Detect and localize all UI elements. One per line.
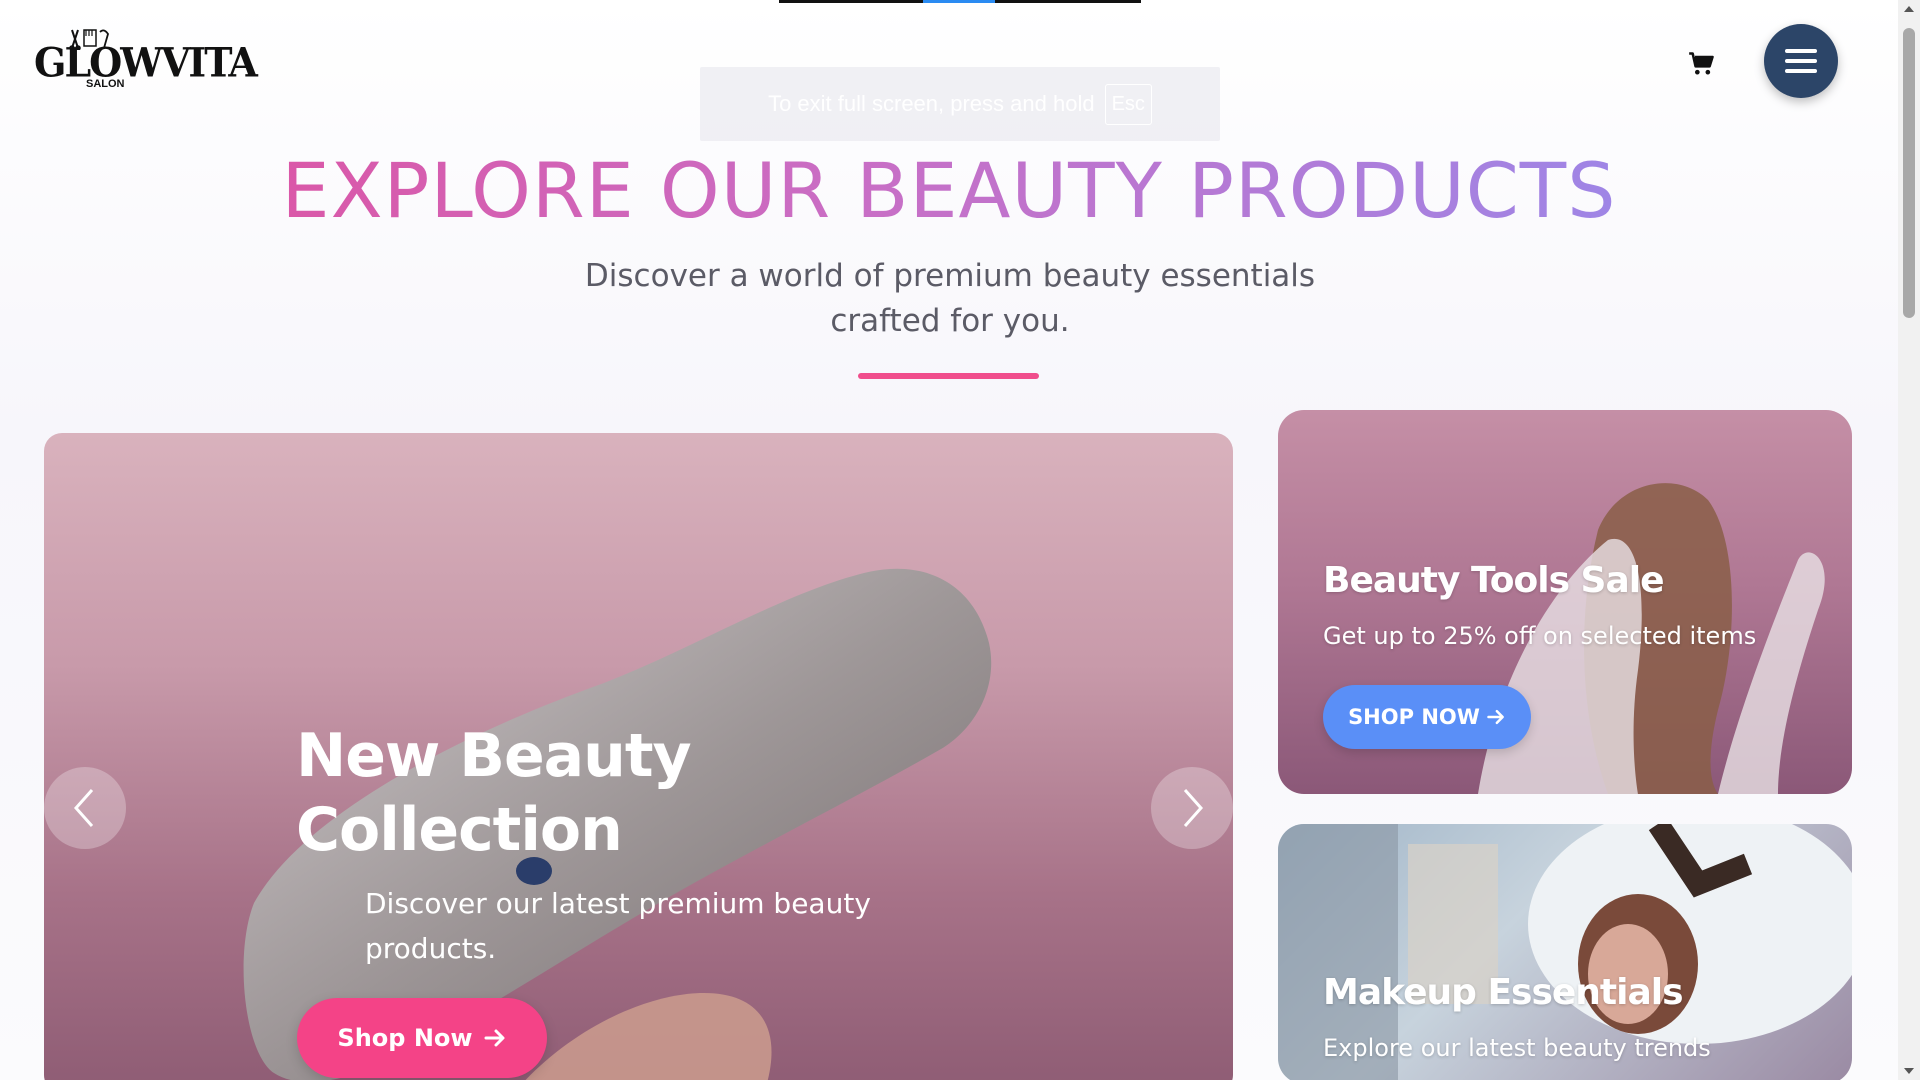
promo-card-makeup[interactable]: Makeup Essentials Explore our latest bea… [1278, 824, 1852, 1080]
shop-now-button[interactable]: Shop Now [297, 998, 547, 1078]
progress-segment [923, 0, 995, 3]
cart-icon [1689, 52, 1714, 75]
fullscreen-exit-notice: To exit full screen, press and hold Esc [700, 67, 1220, 141]
title-divider [858, 373, 1039, 379]
card-button-label: SHOP NOW [1348, 705, 1480, 729]
top-progress-strip [779, 0, 1141, 3]
promo-card-beauty-tools[interactable]: Beauty Tools Sale Get up to 25% off on s… [1278, 410, 1852, 794]
esc-key-hint: Esc [1104, 83, 1152, 125]
slide-title: New Beauty Collection [296, 721, 692, 865]
arrow-right-icon [484, 1029, 505, 1047]
hamburger-icon-line [1785, 69, 1817, 73]
hamburger-icon [1785, 49, 1817, 53]
cart-button[interactable] [1688, 50, 1716, 78]
menu-button[interactable] [1764, 24, 1838, 98]
logo-subtitle: SALON [86, 78, 125, 90]
card-description: Explore our latest beauty trends [1323, 1034, 1711, 1062]
slide-description: Discover our latest premium beauty produ… [365, 887, 871, 965]
card-description: Get up to 25% off on selected items [1323, 622, 1757, 650]
card-title: Makeup Essentials [1323, 972, 1684, 1013]
page-title: EXPLORE OUR BEAUTY PRODUCTS [0, 146, 1898, 235]
scroll-down-arrow-icon[interactable] [1903, 1066, 1915, 1076]
logo-wordmark: GLOWVITA [34, 38, 258, 87]
brand-logo[interactable]: GLOWVITA SALON [34, 28, 258, 92]
slider-next-button[interactable] [1151, 767, 1233, 849]
slider-prev-button[interactable] [44, 767, 126, 849]
chevron-left-icon [73, 789, 94, 827]
hero-slider[interactable]: New Beauty Collection Discover our lates… [44, 433, 1233, 1080]
page-subtitle: Discover a world of premium beauty essen… [584, 258, 1316, 339]
card-title: Beauty Tools Sale [1323, 560, 1665, 601]
card-shop-now-button[interactable]: SHOP NOW [1323, 685, 1531, 749]
chevron-right-icon [1183, 789, 1204, 827]
arrow-right-icon [1487, 709, 1504, 725]
hamburger-icon-line [1785, 59, 1817, 63]
scrollbar-thumb[interactable] [1903, 28, 1915, 318]
shop-now-label: Shop Now [337, 1024, 473, 1052]
fullscreen-notice-text: To exit full screen, press and hold [768, 91, 1095, 116]
page: GLOWVITA SALON To exit full screen, pres… [0, 0, 1898, 1080]
scroll-up-arrow-icon[interactable] [1903, 4, 1915, 14]
